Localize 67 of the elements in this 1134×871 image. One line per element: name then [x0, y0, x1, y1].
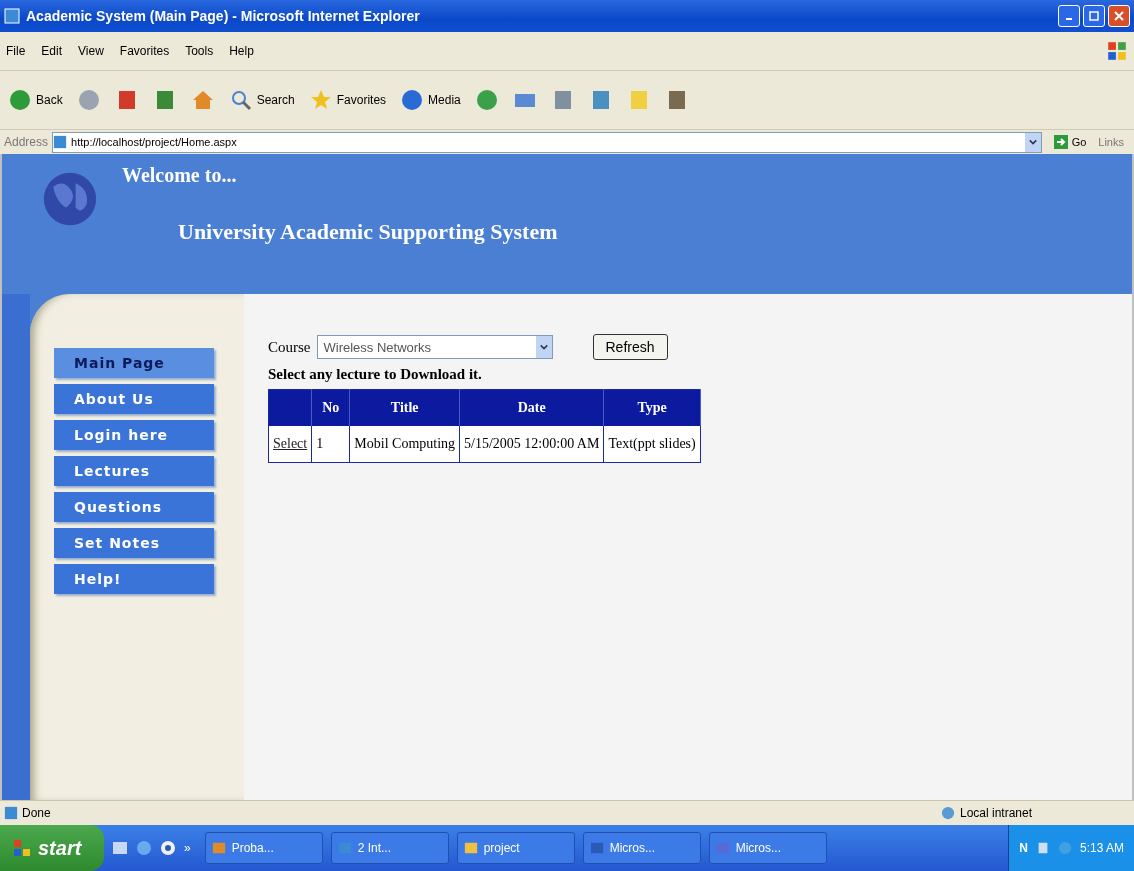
column-header: No — [311, 389, 350, 426]
taskbar-button[interactable]: 2 Int... — [330, 832, 449, 864]
media-button[interactable]: Media — [398, 86, 463, 114]
desktop-icon[interactable] — [112, 840, 128, 856]
system-title: University Academic Supporting System — [178, 219, 558, 245]
address-label: Address — [4, 135, 49, 149]
window-title: Academic System (Main Page) - Microsoft Internet Explorer — [26, 8, 421, 24]
go-arrow-icon — [1053, 135, 1068, 149]
table-cell: 5/15/2005 12:00:00 AM — [459, 426, 604, 463]
taskbar-button[interactable]: project — [456, 832, 575, 864]
table-cell: Mobil Computing — [349, 426, 460, 463]
course-dropdown[interactable]: Wireless Networks — [316, 335, 553, 359]
taskbar-button[interactable]: Micros... — [708, 832, 827, 864]
app-icon — [463, 841, 478, 855]
go-button[interactable]: Go — [1045, 135, 1095, 149]
sidebar-item[interactable]: Login here — [54, 420, 214, 450]
column-header: Type — [603, 389, 701, 426]
zone-text: Local intranet — [960, 806, 1034, 820]
language-indicator[interactable]: N — [1019, 841, 1028, 855]
favorites-button[interactable]: Favorites — [306, 86, 389, 114]
refresh-button[interactable]: Refresh — [592, 334, 668, 360]
sidebar-item[interactable]: Set Notes — [54, 528, 214, 558]
status-text: Done — [22, 806, 52, 820]
app-icon — [715, 841, 730, 855]
column-header: Title — [349, 389, 460, 426]
more-button[interactable]: » — [184, 841, 191, 855]
close-button[interactable] — [1108, 5, 1130, 27]
back-button[interactable]: Back — [6, 86, 65, 114]
sidebar-item[interactable]: About Us — [54, 384, 214, 414]
menu-item[interactable]: Tools — [185, 44, 214, 58]
menu-item[interactable]: File — [6, 44, 26, 58]
taskbar-button[interactable]: Proba... — [204, 832, 323, 864]
links-button[interactable]: Links — [1098, 136, 1130, 148]
maximize-button[interactable] — [1083, 5, 1105, 27]
minimize-button[interactable] — [1058, 5, 1080, 27]
clock: 5:13 AM — [1079, 841, 1124, 855]
maximize-icon — [1089, 11, 1099, 21]
column-header — [268, 389, 312, 426]
menu-item[interactable]: Help — [229, 44, 254, 58]
browser-page-icon — [4, 8, 20, 24]
sidebar-item[interactable]: Help! — [54, 564, 214, 594]
column-header: Date — [459, 389, 604, 426]
table-cell: 1 — [311, 426, 350, 463]
search-button[interactable]: Search — [226, 86, 297, 114]
course-label: Course — [268, 338, 311, 356]
page-icon — [53, 135, 68, 149]
table-cell: Text(ppt slides) — [603, 426, 701, 463]
taskbar-button[interactable]: Micros... — [582, 832, 701, 864]
welcome-heading: Welcome to... — [122, 164, 237, 187]
sidebar-item[interactable]: Lectures — [54, 456, 214, 486]
menu-item[interactable]: Favorites — [119, 44, 170, 58]
menu-item[interactable]: Edit — [41, 44, 63, 58]
app-icon — [211, 841, 226, 855]
app-icon — [589, 841, 604, 855]
sidebar-item[interactable]: Questions — [54, 492, 214, 522]
browser-icon[interactable] — [136, 840, 152, 856]
sidebar-item[interactable]: Main Page — [54, 348, 214, 378]
close-icon — [1114, 11, 1124, 21]
minimize-icon — [1066, 18, 1072, 20]
menu-item[interactable]: View — [78, 44, 104, 58]
media-icon[interactable] — [160, 840, 176, 856]
select-link[interactable]: Select — [273, 436, 308, 451]
start-button[interactable]: start — [0, 825, 104, 871]
instruction-text: Select any lecture to Download it. — [268, 366, 483, 383]
address-field[interactable]: http://localhost/project/Home.aspx — [52, 131, 1042, 153]
windows-logo-icon — [12, 838, 32, 858]
windows-logo-icon — [1106, 40, 1128, 62]
